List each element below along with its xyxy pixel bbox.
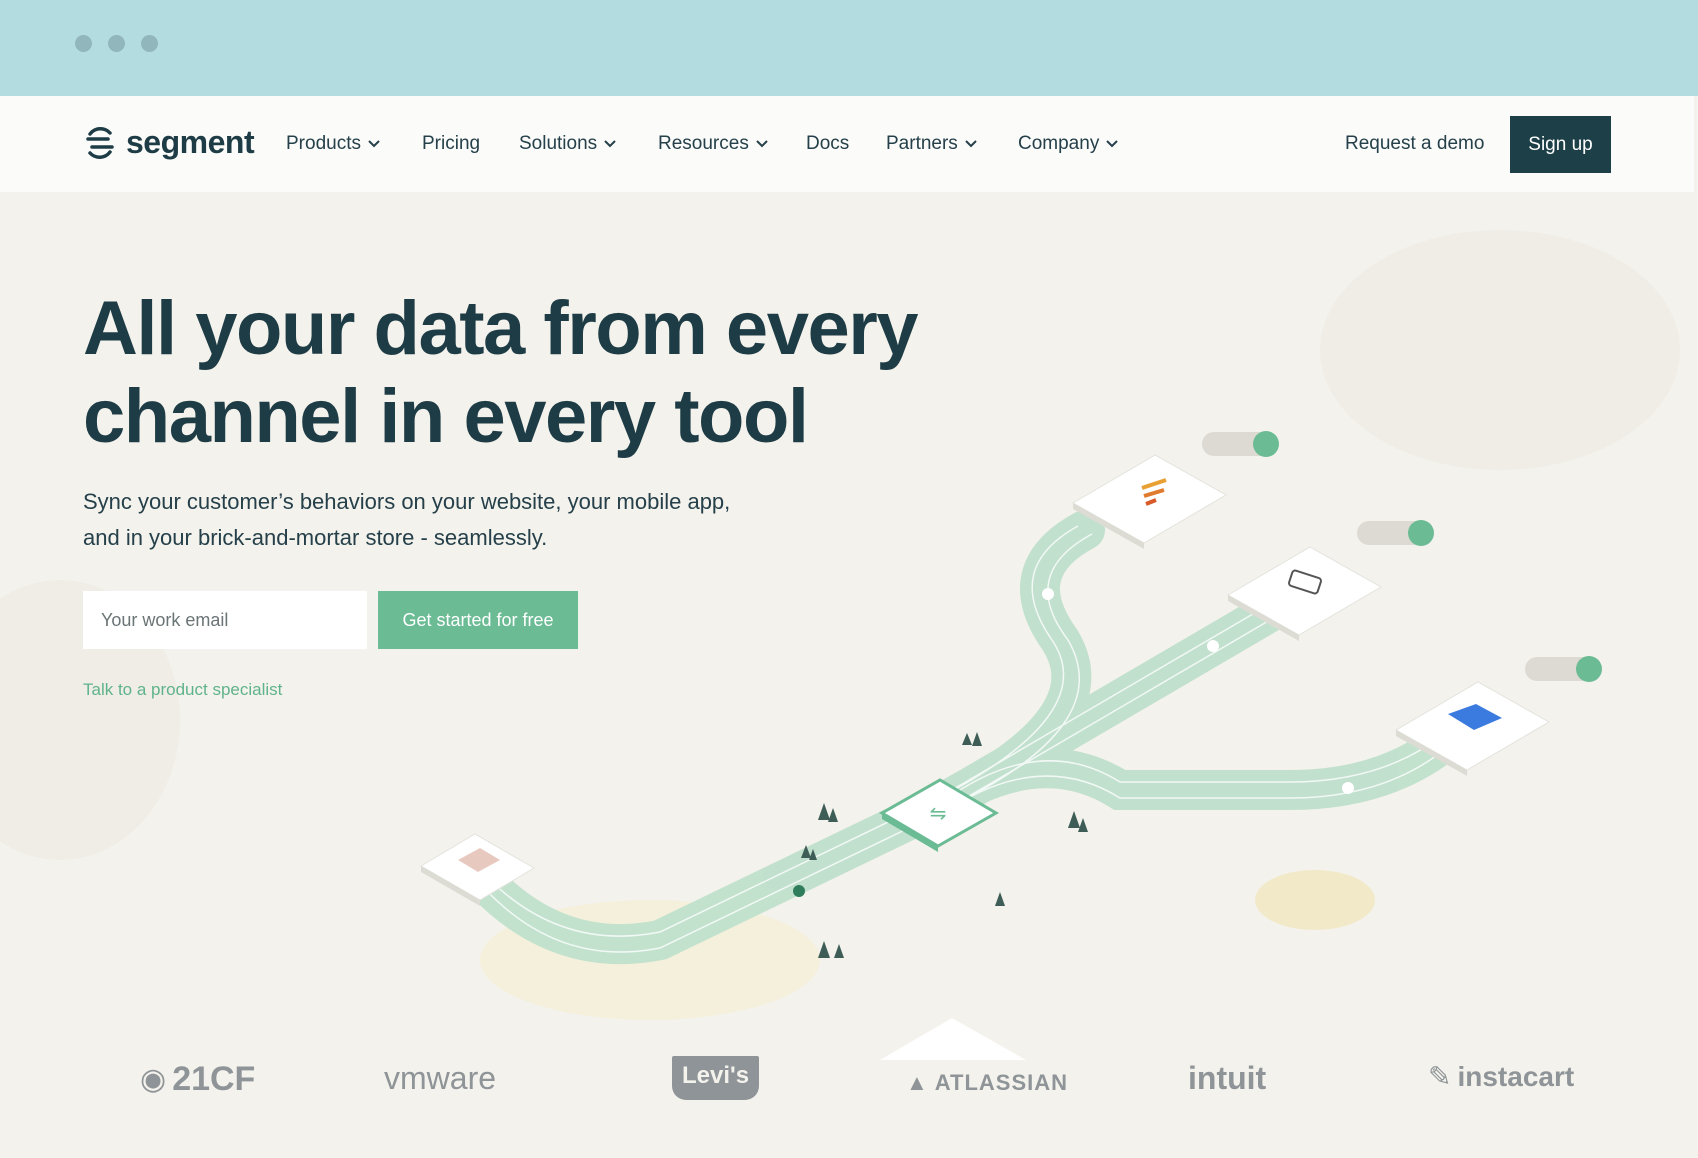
hero-subtitle-line2: and in your brick-and-mortar store - sea… (83, 525, 548, 550)
window-close-dot[interactable] (75, 35, 92, 52)
chevron-down-icon (756, 140, 768, 148)
hero-subtitle: Sync your customer’s behaviors on your w… (83, 484, 783, 556)
chevron-down-icon (1106, 140, 1119, 148)
customer-logos: ◉ 21CF vmware Levi's ▲ ATLASSIAN intuit … (0, 1056, 1698, 1130)
nav-partners-label: Partners (886, 133, 958, 154)
customer-logo-atlassian: ▲ ATLASSIAN (906, 1070, 1068, 1096)
chevron-down-icon (604, 140, 616, 148)
nav-company[interactable]: Company (1018, 133, 1119, 155)
data-dot (1042, 588, 1054, 600)
browser-window: segment Products Pricing Solutions Resou… (0, 0, 1698, 1158)
source-card (420, 833, 535, 906)
customer-logo-21cf-text: 21CF (172, 1060, 256, 1098)
triangle-icon: ▲ (906, 1070, 929, 1095)
customer-logo-levis: Levi's (672, 1056, 760, 1100)
pipeline-track (465, 510, 1460, 965)
nav-partners[interactable]: Partners (886, 133, 978, 155)
bg-glow (480, 900, 820, 1020)
segment-hub: ⇋ (879, 778, 999, 852)
toggle-switch (1357, 520, 1434, 546)
chevron-down-icon (368, 140, 380, 148)
data-dot (793, 885, 805, 897)
work-email-input[interactable] (83, 591, 367, 649)
customer-logo-instacart: ✎ instacart (1428, 1060, 1574, 1093)
nav-resources-label: Resources (658, 133, 749, 154)
request-demo-link[interactable]: Request a demo (1345, 133, 1484, 155)
bg-glow (1255, 870, 1375, 930)
sign-up-button[interactable]: Sign up (1510, 116, 1611, 173)
bg-tile (880, 1018, 1026, 1060)
nav-docs-label: Docs (806, 133, 850, 154)
customer-logo-levis-text: Levi's (672, 1056, 760, 1100)
circle-v-icon: ◉ (140, 1063, 167, 1096)
top-navigation: segment Products Pricing Solutions Resou… (0, 96, 1694, 192)
customer-logo-vmware-text: vmware (384, 1060, 497, 1096)
customer-logo-atlassian-text: ATLASSIAN (934, 1070, 1069, 1095)
pipeline-lanes (484, 525, 1441, 953)
window-titlebar (0, 0, 1698, 96)
customer-logo-instacart-text: instacart (1457, 1060, 1575, 1092)
hero-subtitle-line1: Sync your customer’s behaviors on your w… (83, 489, 731, 514)
customer-logo-vmware: vmware (384, 1060, 496, 1097)
nav-pricing-label: Pricing (422, 133, 481, 154)
nav-company-label: Company (1018, 133, 1100, 154)
tree-decorations (801, 732, 1088, 958)
logo-text: segment (126, 124, 255, 160)
svg-text:⇋: ⇋ (930, 801, 947, 825)
window-minimize-dot[interactable] (108, 35, 125, 52)
bg-blob (1320, 230, 1680, 470)
nav-resources[interactable]: Resources (658, 133, 769, 155)
window-zoom-dot[interactable] (141, 35, 158, 52)
nav-products-label: Products (286, 133, 361, 154)
nav-docs[interactable]: Docs (806, 133, 849, 155)
nav-solutions[interactable]: Solutions (519, 133, 617, 155)
nav-pricing[interactable]: Pricing (422, 133, 480, 155)
toggle-switch (1525, 656, 1602, 682)
destination-card-analytics (1071, 454, 1228, 549)
carrot-icon: ✎ (1428, 1061, 1452, 1092)
get-started-button[interactable]: Get started for free (378, 591, 578, 649)
nav-products[interactable]: Products (286, 133, 381, 155)
chevron-down-icon (965, 140, 977, 148)
hero-title-line2: channel in every tool (83, 374, 809, 459)
hero-title-line1: All your data from every (83, 286, 919, 371)
customer-logo-intuit-text: intuit (1188, 1060, 1267, 1096)
toggle-switch (1202, 431, 1279, 457)
segment-logo-icon (86, 126, 114, 159)
data-dot (1342, 782, 1354, 794)
segment-logo[interactable]: segment (82, 124, 255, 161)
nav-solutions-label: Solutions (519, 133, 598, 154)
destination-card-email (1226, 546, 1383, 641)
destination-card-warehouse (1394, 681, 1551, 776)
data-dot (1207, 640, 1219, 652)
talk-to-specialist-link[interactable]: Talk to a product specialist (83, 680, 282, 700)
customer-logo-intuit: intuit (1188, 1060, 1266, 1097)
customer-logo-21cf: ◉ 21CF (140, 1060, 255, 1099)
hero-title: All your data from every channel in ever… (83, 285, 983, 461)
